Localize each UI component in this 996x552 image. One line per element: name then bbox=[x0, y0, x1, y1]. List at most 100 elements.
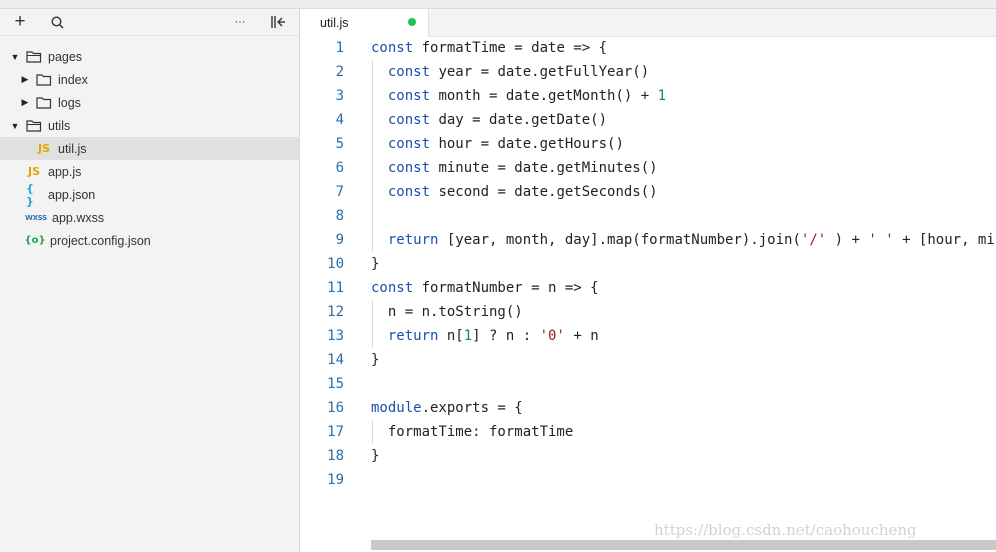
line-number: 5 bbox=[335, 136, 344, 152]
code-line[interactable]: 4 const day = date.getDate() bbox=[300, 108, 996, 132]
code-text: const day = date.getDate() bbox=[387, 112, 608, 128]
line-number: 15 bbox=[327, 376, 344, 392]
code-text: const formatTime = date => { bbox=[371, 40, 608, 56]
tree-label: logs bbox=[58, 95, 81, 110]
line-number: 18 bbox=[327, 448, 344, 464]
add-file-icon[interactable]: + bbox=[10, 11, 30, 32]
wxss-file-icon: WXSS bbox=[25, 213, 47, 222]
code-line[interactable]: 18} bbox=[300, 444, 996, 468]
code-line[interactable]: 14} bbox=[300, 348, 996, 372]
tree-label: app.json bbox=[48, 187, 96, 202]
line-number: 4 bbox=[335, 112, 344, 128]
tree-file-app-json[interactable]: { } app.json bbox=[0, 181, 299, 208]
line-number: 7 bbox=[335, 184, 344, 200]
js-file-icon: JS bbox=[37, 142, 50, 155]
line-number: 14 bbox=[327, 352, 344, 368]
tree-label: app.js bbox=[48, 164, 82, 179]
code-area[interactable]: 1 const formatTime = date => { 2 const yea… bbox=[300, 36, 996, 541]
code-editor: util.js 1 const formatTime = date => { 2 c… bbox=[300, 9, 996, 552]
explorer-toolbar: + ··· bbox=[0, 9, 299, 36]
code-line[interactable]: 10} bbox=[300, 252, 996, 276]
code-line[interactable]: 13 return n[1] ? n : '0' + n bbox=[300, 324, 996, 348]
code-line[interactable]: 2 const year = date.getFullYear() bbox=[300, 60, 996, 84]
code-line[interactable]: 6 const minute = date.getMinutes() bbox=[300, 156, 996, 180]
folder-icon bbox=[36, 96, 52, 109]
editor-tab-bar: util.js bbox=[300, 9, 996, 37]
code-text: module.exports = { bbox=[371, 400, 523, 416]
code-text: return [year, month, day].map(formatNumb… bbox=[387, 232, 996, 248]
code-line[interactable]: 15 bbox=[300, 372, 996, 396]
line-number: 8 bbox=[335, 208, 344, 224]
line-number: 11 bbox=[327, 280, 344, 296]
unsaved-indicator-icon bbox=[408, 18, 416, 26]
code-line[interactable]: 1 const formatTime = date => { bbox=[300, 36, 996, 60]
tree-file-project-config-json[interactable]: {o} project.config.json bbox=[0, 229, 299, 252]
line-number: 9 bbox=[335, 232, 344, 248]
line-number: 12 bbox=[327, 304, 344, 320]
collapse-panel-icon[interactable] bbox=[268, 12, 288, 32]
window-top-strip bbox=[0, 0, 996, 9]
code-line[interactable]: 8 bbox=[300, 204, 996, 228]
code-line[interactable]: 11 const formatNumber = n => { bbox=[300, 276, 996, 300]
code-text: } bbox=[371, 448, 380, 464]
tab-label: util.js bbox=[320, 16, 349, 30]
tree-file-util-js[interactable]: JS util.js bbox=[0, 137, 299, 160]
tree-folder-index[interactable]: ▶ index bbox=[0, 68, 299, 91]
tree-label: util.js bbox=[58, 141, 87, 156]
code-text: const year = date.getFullYear() bbox=[387, 64, 650, 80]
indent-guide bbox=[372, 204, 373, 228]
line-number: 3 bbox=[335, 88, 344, 104]
code-line[interactable]: 7 const second = date.getSeconds() bbox=[300, 180, 996, 204]
code-text: } bbox=[371, 352, 380, 368]
code-line[interactable]: 16 module.exports = { bbox=[300, 396, 996, 420]
file-explorer-sidebar: + ··· ▼ pages ▶ index ▶ logs ▼ utils JS … bbox=[0, 9, 300, 552]
json-file-icon: { } bbox=[26, 181, 34, 208]
code-line[interactable]: 12 n = n.toString() bbox=[300, 300, 996, 324]
line-number: 16 bbox=[327, 400, 344, 416]
code-text: const formatNumber = n => { bbox=[371, 280, 599, 296]
chevron-down-icon: ▼ bbox=[10, 120, 20, 131]
file-tree: ▼ pages ▶ index ▶ logs ▼ utils JS util.j… bbox=[0, 45, 299, 252]
line-number: 13 bbox=[327, 328, 344, 344]
folder-open-icon bbox=[26, 50, 42, 63]
search-icon[interactable] bbox=[47, 12, 67, 32]
tree-label: project.config.json bbox=[50, 233, 151, 248]
code-text: const minute = date.getMinutes() bbox=[387, 160, 658, 176]
chevron-right-icon: ▶ bbox=[21, 97, 29, 107]
tree-folder-logs[interactable]: ▶ logs bbox=[0, 91, 299, 114]
code-line[interactable]: 9 return [year, month, day].map(formatNu… bbox=[300, 228, 996, 252]
code-line[interactable]: 17 formatTime: formatTime bbox=[300, 420, 996, 444]
line-number: 17 bbox=[327, 424, 344, 440]
chevron-right-icon: ▶ bbox=[21, 74, 29, 84]
code-line[interactable]: 5 const hour = date.getHours() bbox=[300, 132, 996, 156]
tab-util-js[interactable]: util.js bbox=[300, 9, 429, 37]
tree-file-app-wxss[interactable]: WXSS app.wxss bbox=[0, 206, 299, 229]
line-number: 10 bbox=[327, 256, 344, 272]
folder-icon bbox=[36, 73, 52, 86]
tree-label: app.wxss bbox=[52, 210, 105, 225]
line-number: 1 bbox=[335, 40, 344, 56]
tree-label: utils bbox=[48, 118, 71, 133]
code-text: n = n.toString() bbox=[371, 304, 523, 320]
code-line[interactable]: 3 const month = date.getMonth() + 1 bbox=[300, 84, 996, 108]
tree-label: pages bbox=[48, 49, 83, 64]
js-file-icon: JS bbox=[27, 165, 40, 178]
code-text: const second = date.getSeconds() bbox=[387, 184, 658, 200]
config-file-icon: {o} bbox=[24, 235, 46, 246]
folder-open-icon bbox=[26, 119, 42, 132]
watermark: https://blog.csdn.net/caohoucheng bbox=[654, 521, 917, 539]
tree-file-app-js[interactable]: JS app.js bbox=[0, 160, 299, 183]
tree-label: index bbox=[58, 72, 88, 87]
code-line[interactable]: 19 bbox=[300, 468, 996, 492]
tree-folder-pages[interactable]: ▼ pages bbox=[0, 45, 299, 68]
tree-folder-utils[interactable]: ▼ utils bbox=[0, 114, 299, 137]
code-text: return n[1] ? n : '0' + n bbox=[387, 328, 599, 344]
line-number: 2 bbox=[335, 64, 344, 80]
code-text: formatTime: formatTime bbox=[371, 424, 574, 440]
line-number: 6 bbox=[335, 160, 344, 176]
code-text: const month = date.getMonth() + 1 bbox=[387, 88, 667, 104]
horizontal-scrollbar[interactable] bbox=[371, 540, 996, 550]
more-icon[interactable]: ··· bbox=[230, 12, 250, 32]
line-number: 19 bbox=[327, 472, 344, 488]
chevron-down-icon: ▼ bbox=[10, 51, 20, 62]
